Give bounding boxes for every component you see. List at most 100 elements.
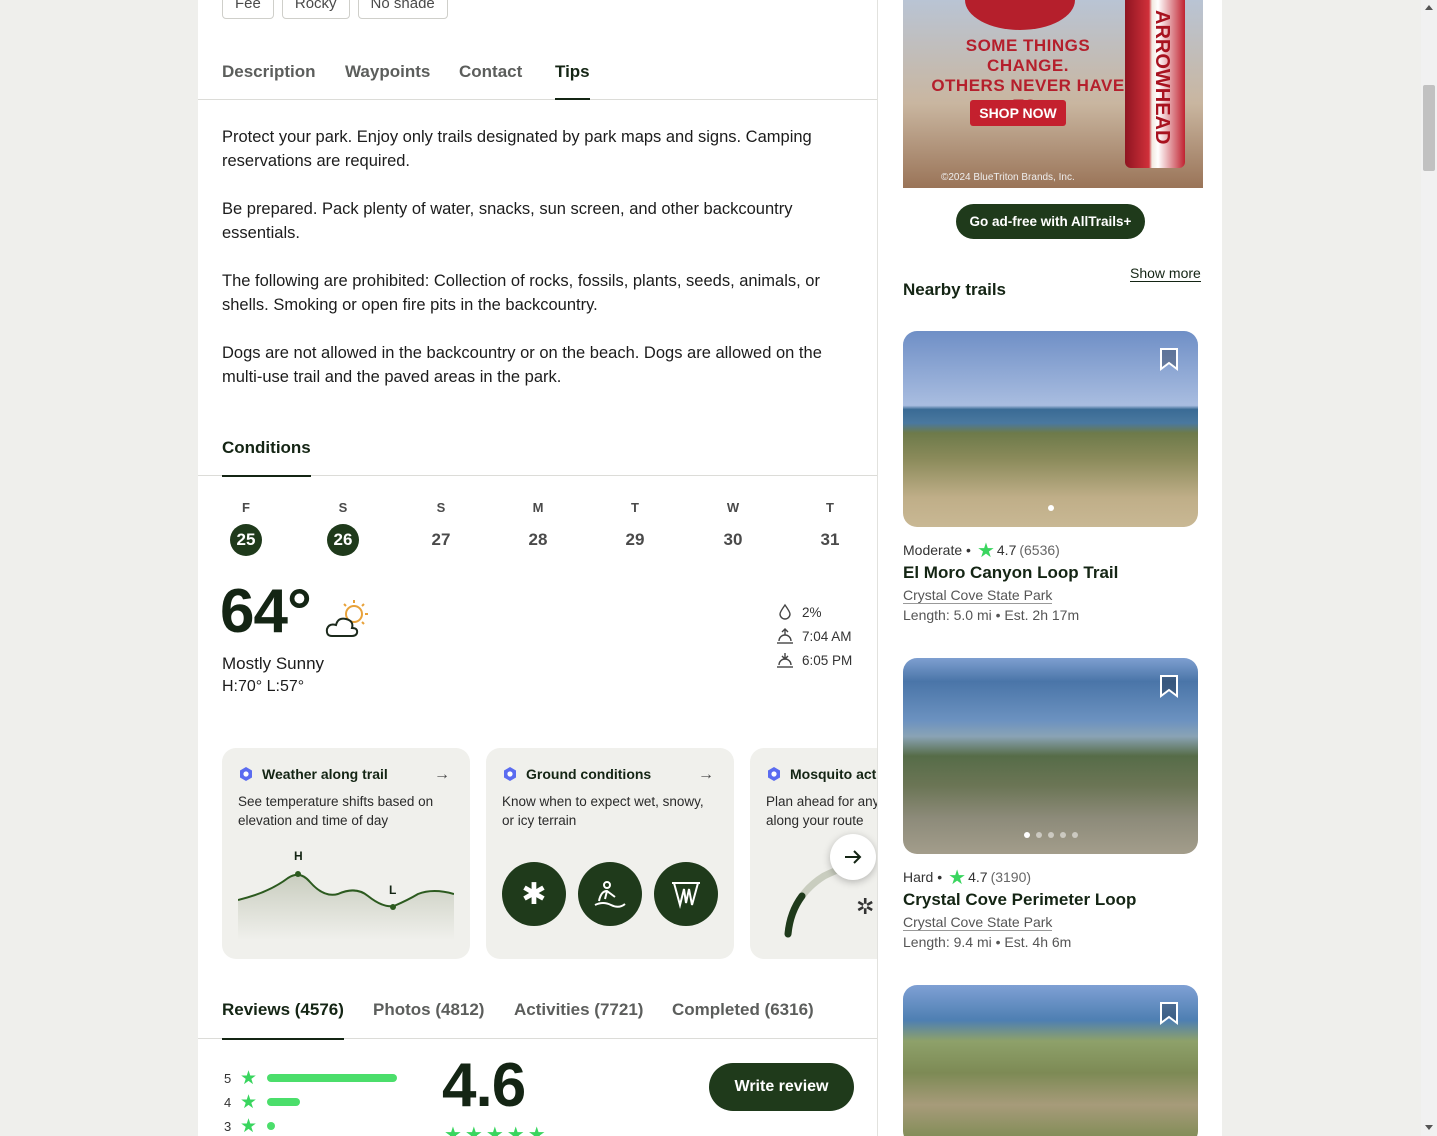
tab-conditions[interactable]: Conditions xyxy=(222,438,311,477)
card-description: Know when to expect wet, snowy, or icy t… xyxy=(502,794,704,828)
card-title: Mosquito activity xyxy=(766,766,878,782)
tab-waypoints[interactable]: Waypoints xyxy=(345,62,430,98)
star-icon: ★ xyxy=(240,1115,258,1136)
forecast-day[interactable]: S 27 xyxy=(417,500,465,556)
trail-name[interactable]: Crystal Cove Perimeter Loop xyxy=(903,890,1199,910)
low-marker: L xyxy=(389,883,396,897)
trail-name[interactable]: El Moro Canyon Loop Trail xyxy=(903,563,1199,583)
forecast-day[interactable]: S 26 xyxy=(319,500,367,556)
ad-logo xyxy=(965,0,1075,30)
estimate-value: Est. 4h 6m xyxy=(1004,934,1072,950)
forecast-day[interactable]: T 31 xyxy=(806,500,854,556)
tips-content: Protect your park. Enjoy only trails des… xyxy=(222,125,852,413)
tag-chip[interactable]: Fee xyxy=(222,0,274,19)
trail-review-count: (3190) xyxy=(990,869,1032,885)
current-temperature: 64° xyxy=(220,577,312,646)
rating-row[interactable]: 3 ★ xyxy=(224,1114,397,1136)
tip-paragraph: Protect your park. Enjoy only trails des… xyxy=(222,128,812,170)
forecast-day[interactable]: M 28 xyxy=(514,500,562,556)
weather-along-trail-card[interactable]: Weather along trail → See temperature sh… xyxy=(222,748,470,959)
day-number: 25 xyxy=(230,524,262,556)
card-description: Plan ahead for any mosquitoes along your… xyxy=(766,794,878,828)
scroll-down-icon[interactable] xyxy=(1425,1125,1433,1130)
tag-chip[interactable]: Rocky xyxy=(281,0,350,19)
day-number: 27 xyxy=(431,530,451,549)
forecast-day[interactable]: W 30 xyxy=(709,500,757,556)
precipitation-row: 2% xyxy=(776,600,852,624)
advertisement[interactable]: SOME THINGS CHANGE. OTHERS NEVER HAVE TO… xyxy=(903,0,1203,188)
high-marker: H xyxy=(294,849,303,863)
sunset-time: 6:05 PM xyxy=(802,652,853,668)
forecast-day[interactable]: T 29 xyxy=(611,500,659,556)
tab-reviews[interactable]: Reviews (4576) xyxy=(222,1000,344,1040)
rating-breakdown: 5 ★ 4 ★ 3 ★ xyxy=(224,1066,398,1136)
tab-tips[interactable]: Tips xyxy=(555,62,590,100)
rating-stars-icon: ★★★★★ xyxy=(444,1124,549,1136)
forecast-day[interactable]: F 25 xyxy=(222,500,270,556)
card-title-text: Mosquito activity xyxy=(790,766,878,782)
trail-photo[interactable] xyxy=(903,985,1198,1136)
tag-chip[interactable]: No shade xyxy=(357,0,448,19)
mosquito-icon: ✲ xyxy=(856,894,875,919)
day-number: 31 xyxy=(820,530,840,549)
day-letter: T xyxy=(826,500,834,515)
conditions-cards: Weather along trail → See temperature sh… xyxy=(222,748,878,960)
length-value: Length: 5.0 mi xyxy=(903,607,992,623)
scroll-up-icon[interactable] xyxy=(1425,5,1433,10)
write-review-button[interactable]: Write review xyxy=(709,1063,854,1111)
carousel-next-button[interactable] xyxy=(830,834,876,880)
trail-difficulty: Hard xyxy=(903,869,934,885)
sunrise-time: 7:04 AM xyxy=(802,628,852,644)
trail-card[interactable]: Hard • ★ 4.7 (3190) Crystal Cove Perimet… xyxy=(903,658,1199,950)
scrollbar[interactable] xyxy=(1421,0,1437,1136)
show-more-link[interactable]: Show more xyxy=(1130,265,1201,282)
card-title: Ground conditions xyxy=(502,766,651,782)
day-letter: S xyxy=(436,500,446,515)
partly-sunny-icon xyxy=(325,600,368,637)
sunset-icon xyxy=(777,653,793,668)
day-number: 28 xyxy=(528,530,548,549)
rating-row[interactable]: 5 ★ xyxy=(224,1066,398,1090)
tab-activities[interactable]: Activities (7721) xyxy=(514,1000,643,1038)
star-icon: ★ xyxy=(240,1067,258,1089)
tab-photos[interactable]: Photos (4812) xyxy=(373,1000,484,1038)
tip-paragraph: Be prepared. Pack plenty of water, snack… xyxy=(222,200,793,242)
sidebar: SOME THINGS CHANGE. OTHERS NEVER HAVE TO… xyxy=(879,0,1222,1136)
bookmark-icon[interactable] xyxy=(1158,1001,1180,1025)
trail-review-count: (6536) xyxy=(1019,542,1060,558)
scrollbar-thumb[interactable] xyxy=(1423,85,1435,171)
trail-card[interactable] xyxy=(903,985,1199,1136)
trail-park-link[interactable]: Crystal Cove State Park xyxy=(903,914,1053,931)
rating-row[interactable]: 4 ★ xyxy=(224,1090,397,1114)
main-column: Fee Rocky No shade Description Waypoints… xyxy=(198,0,878,1136)
elevation-profile-chart: H L xyxy=(238,849,454,940)
high-low: H:70° L:57° xyxy=(222,678,305,695)
card-description: See temperature shifts based on elevatio… xyxy=(238,794,434,828)
info-tabs: Description Waypoints Contact Tips xyxy=(198,44,877,100)
trail-tags: Fee Rocky No shade xyxy=(222,0,448,19)
rating-bar xyxy=(267,1098,301,1106)
ad-free-button[interactable]: Go ad-free with AllTrails+ xyxy=(956,204,1145,239)
day-letter: M xyxy=(532,500,544,515)
ad-shop-now-button[interactable]: SHOP NOW xyxy=(970,100,1066,126)
trail-card[interactable]: Moderate • ★ 4.7 (6536) El Moro Canyon L… xyxy=(903,331,1199,623)
tab-contact[interactable]: Contact xyxy=(459,62,522,98)
rating-bar xyxy=(267,1074,398,1082)
conditions-header: Conditions xyxy=(198,420,877,477)
trail-park-link[interactable]: Crystal Cove State Park xyxy=(903,587,1053,604)
bookmark-icon[interactable] xyxy=(1158,347,1180,371)
day-letter: T xyxy=(631,500,639,515)
weather-stats: 2% 7:04 AM 6:05 PM xyxy=(776,600,852,672)
ground-conditions-card[interactable]: Ground conditions → Know when to expect … xyxy=(486,748,734,959)
bookmark-icon[interactable] xyxy=(1158,674,1180,698)
star-icon: ★ xyxy=(948,866,967,889)
trail-meta: Hard • ★ 4.7 (3190) xyxy=(903,866,1032,889)
raindrop-icon xyxy=(779,603,791,620)
trail-photo[interactable] xyxy=(903,658,1198,854)
day-letter: W xyxy=(726,500,740,515)
trail-photo[interactable] xyxy=(903,331,1198,527)
tab-completed[interactable]: Completed (6316) xyxy=(672,1000,814,1038)
star-icon: ★ xyxy=(976,539,995,562)
arrow-right-icon: → xyxy=(698,766,714,783)
tab-description[interactable]: Description xyxy=(222,62,316,98)
